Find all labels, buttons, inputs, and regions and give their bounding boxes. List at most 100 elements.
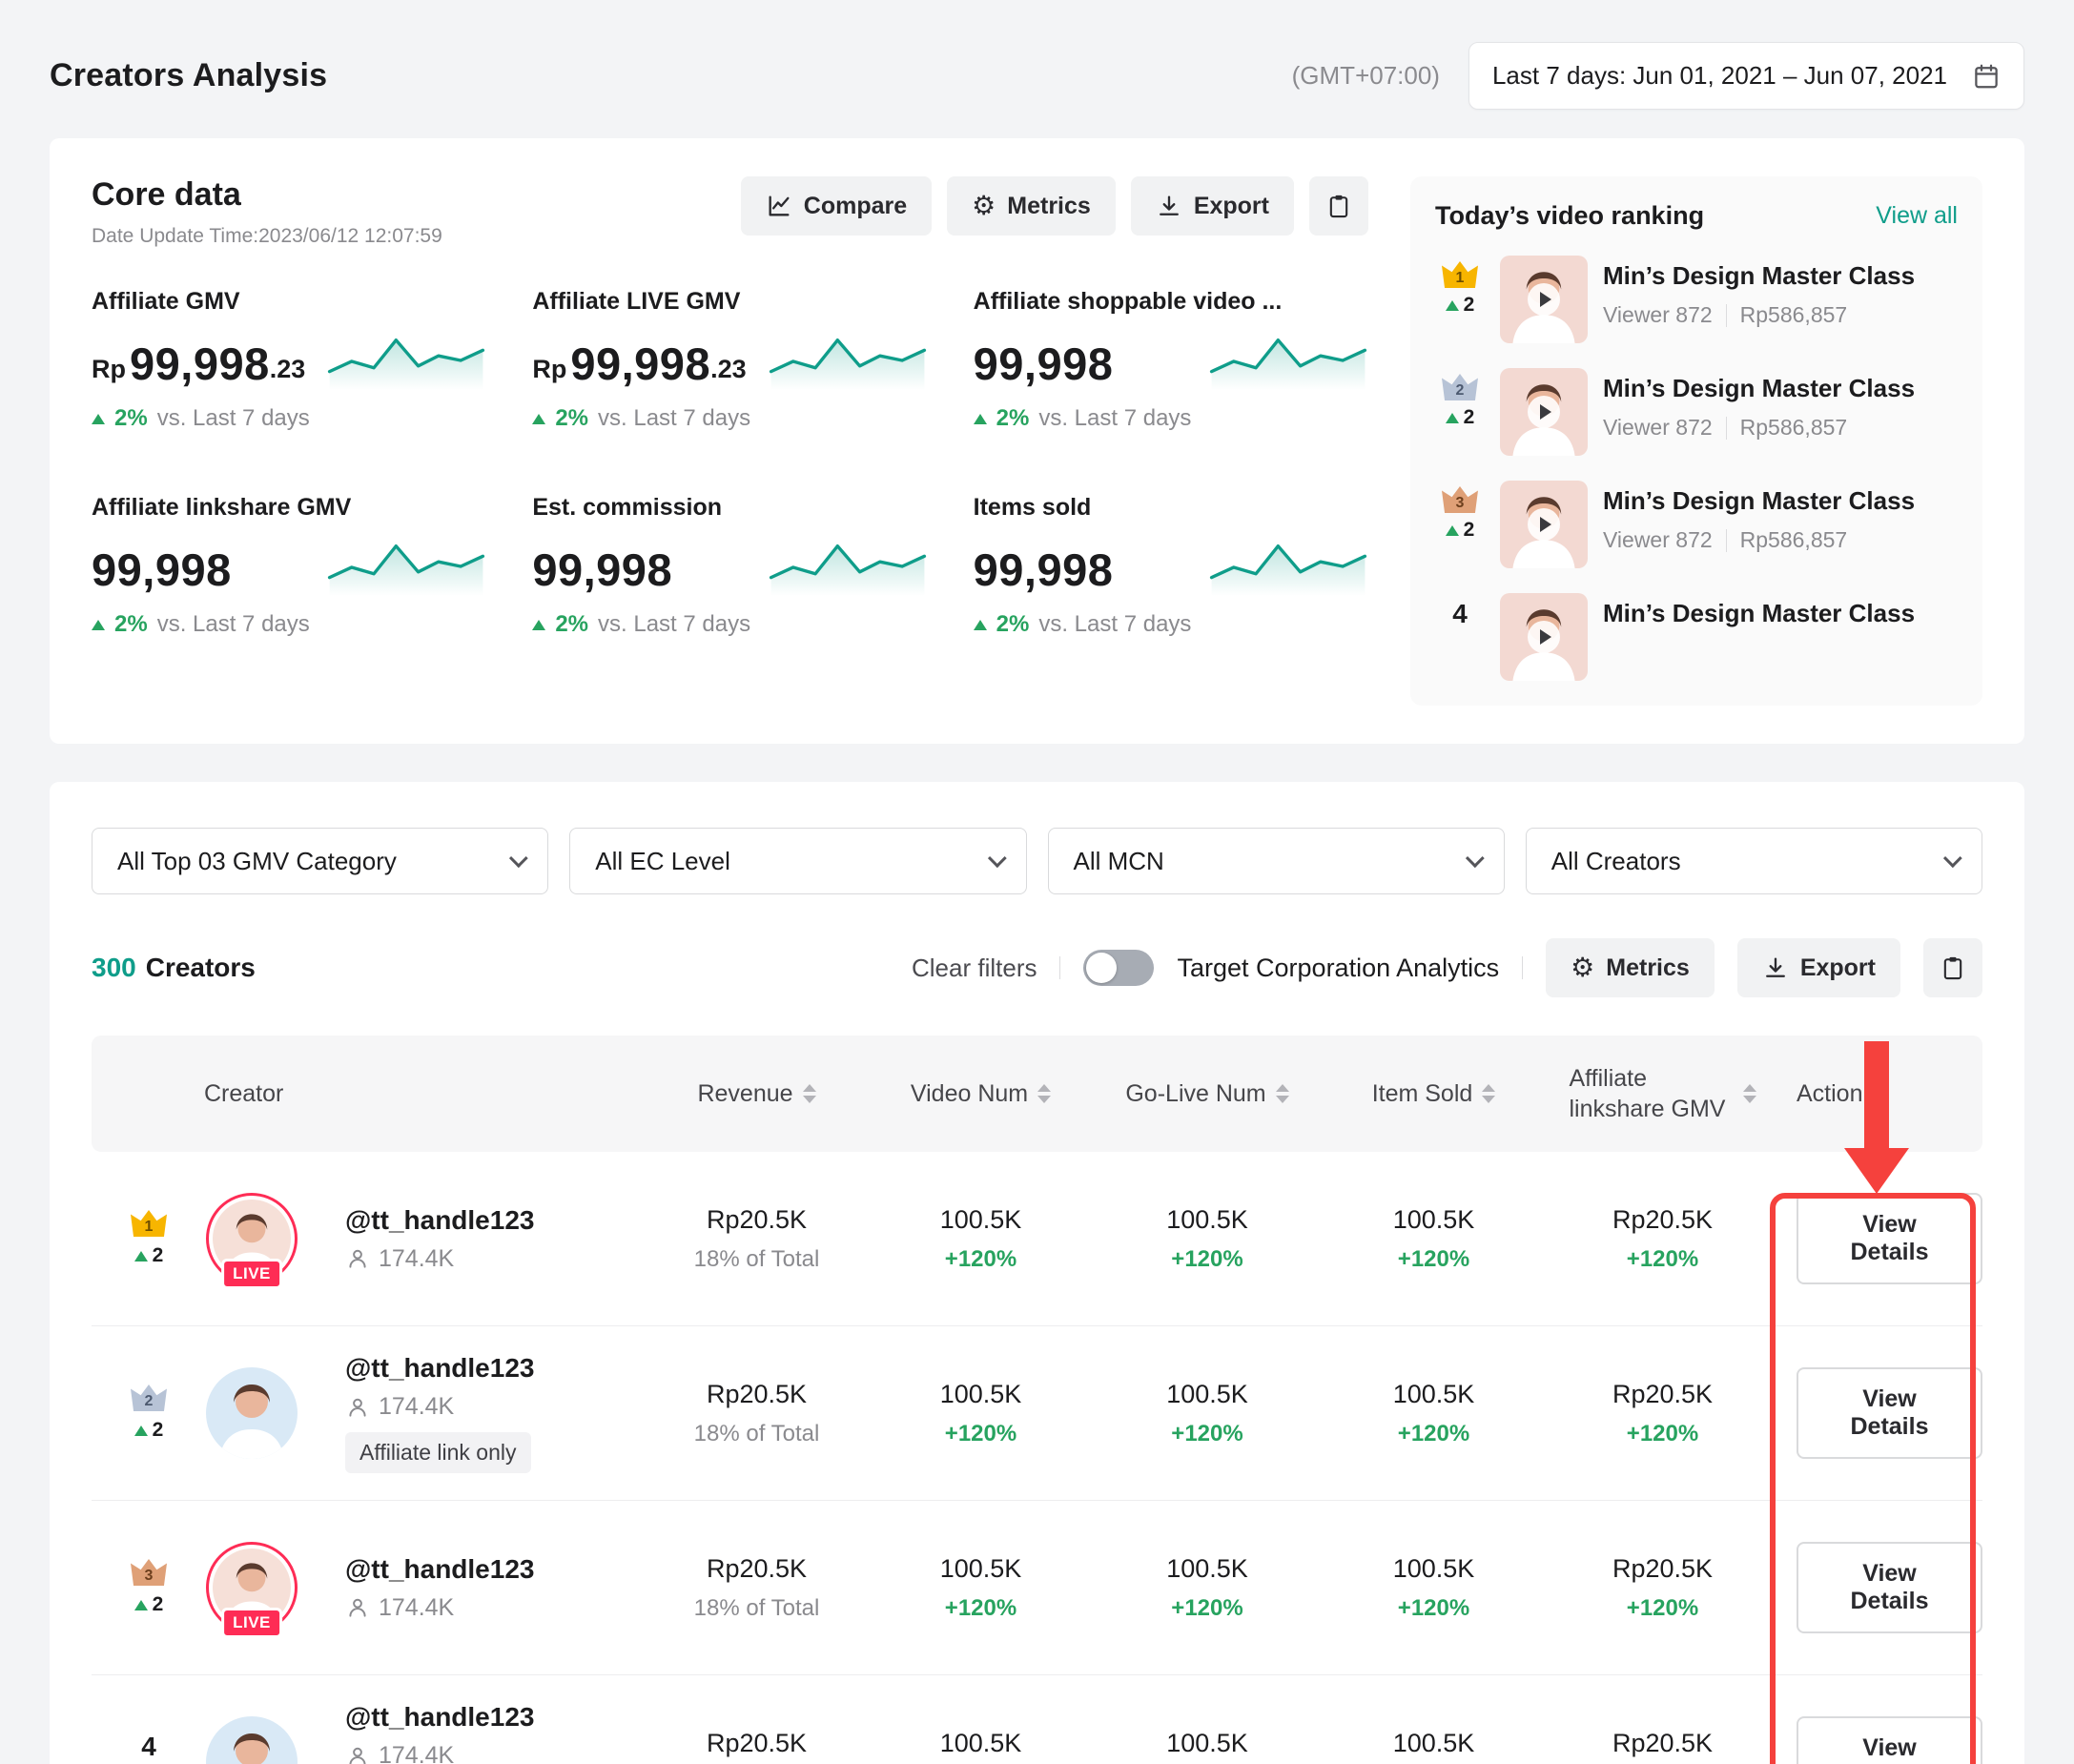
- divider: [1059, 956, 1060, 979]
- col-golive-num: Go-Live Num: [1093, 1080, 1322, 1108]
- filter-creators[interactable]: All Creators: [1526, 828, 1982, 894]
- up-triangle-icon: [1446, 525, 1459, 536]
- viewer-count: Viewer 872: [1603, 415, 1713, 441]
- rank-delta: 2: [153, 1419, 164, 1442]
- revenue-cell: Rp20.5K18% of Total: [645, 1205, 869, 1273]
- metric-label: Affiliate shoppable video ...: [974, 288, 1368, 316]
- view-details-button[interactable]: View Details: [1797, 1193, 1982, 1284]
- metric-value: 99,998: [974, 338, 1114, 390]
- download-icon: [1156, 193, 1182, 219]
- rank-delta: 2: [153, 1593, 164, 1616]
- dropdown-value: All MCN: [1074, 847, 1164, 876]
- date-range-label: Last 7 days: Jun 01, 2021 – Jun 07, 2021: [1492, 61, 1947, 91]
- clear-filters-link[interactable]: Clear filters: [912, 954, 1037, 983]
- sparkline-chart: [768, 331, 928, 390]
- sort-icon[interactable]: [803, 1084, 816, 1103]
- creators-count-label: Creators: [146, 953, 256, 982]
- video-ranking-item[interactable]: 1 2 Min’s Design Master Class Viewer 872…: [1435, 256, 1958, 343]
- silver-crown-icon: 2: [1442, 374, 1478, 400]
- view-all-link[interactable]: View all: [1876, 202, 1958, 230]
- update-time: Date Update Time:2023/06/12 12:07:59: [92, 225, 442, 248]
- metric-value: 99,998: [92, 544, 232, 596]
- followers-icon: [345, 1744, 370, 1764]
- clipboard-icon: [1940, 954, 1966, 981]
- table-metrics-button[interactable]: ⚙ Metrics: [1546, 938, 1715, 997]
- creators-count-value: 300: [92, 953, 136, 982]
- video-ranking-item[interactable]: 2 2 Min’s Design Master Class Viewer 872…: [1435, 368, 1958, 456]
- clipboard-button[interactable]: [1309, 176, 1368, 236]
- compare-button[interactable]: Compare: [741, 176, 932, 236]
- golive-num-cell: 100.5K+120%: [1093, 1380, 1322, 1447]
- revenue-cell: Rp20.5K18% of Total: [645, 1729, 869, 1764]
- video-ranking-panel: Today’s video ranking View all 1 2 Min’s…: [1410, 176, 1982, 706]
- compare-label: Compare: [804, 193, 907, 220]
- video-num-cell: 100.5K+120%: [869, 1554, 1093, 1622]
- export-label: Export: [1194, 193, 1269, 220]
- currency-prefix: Rp: [92, 355, 126, 390]
- creator-handle[interactable]: @tt_handle123: [345, 1353, 645, 1384]
- sort-icon[interactable]: [1482, 1084, 1495, 1103]
- video-title: Min’s Design Master Class: [1603, 261, 1915, 291]
- filter-ec-level[interactable]: All EC Level: [569, 828, 1026, 894]
- metrics-label: Metrics: [1606, 954, 1690, 982]
- metric-tile-est-commission: Est. commission 99,998 2% vs. Last 7 day…: [532, 494, 927, 654]
- metric-compare-text: vs. Last 7 days: [157, 611, 310, 638]
- view-details-button[interactable]: View Details: [1797, 1716, 1982, 1764]
- followers-icon: [345, 1595, 370, 1620]
- metric-compare-text: vs. Last 7 days: [1038, 611, 1191, 638]
- sparkline-chart: [326, 537, 486, 596]
- view-details-button[interactable]: View Details: [1797, 1542, 1982, 1633]
- chevron-down-icon: [987, 849, 1006, 868]
- view-details-button[interactable]: View Details: [1797, 1367, 1982, 1459]
- date-range-picker[interactable]: Last 7 days: Jun 01, 2021 – Jun 07, 2021: [1468, 42, 2024, 110]
- video-ranking-item[interactable]: 4 Min’s Design Master Class: [1435, 593, 1958, 681]
- filter-mcn[interactable]: All MCN: [1048, 828, 1505, 894]
- followers-count: 174.4K: [379, 1393, 454, 1421]
- person-image: [206, 1716, 298, 1764]
- video-ranking-item[interactable]: 3 2 Min’s Design Master Class Viewer 872…: [1435, 481, 1958, 568]
- download-icon: [1762, 954, 1789, 981]
- up-triangle-icon: [532, 414, 545, 424]
- play-icon: [1528, 396, 1560, 428]
- up-triangle-icon: [134, 1251, 148, 1261]
- sort-icon[interactable]: [1743, 1084, 1756, 1103]
- up-triangle-icon: [974, 414, 987, 424]
- clipboard-icon: [1325, 193, 1352, 219]
- sort-icon[interactable]: [1037, 1084, 1051, 1103]
- sort-icon[interactable]: [1276, 1084, 1289, 1103]
- metric-value: 99,998: [974, 544, 1114, 596]
- dropdown-value: All Top 03 GMV Category: [117, 847, 397, 876]
- divider: [1726, 529, 1727, 552]
- page: Creators Analysis (GMT+07:00) Last 7 day…: [0, 0, 2074, 1764]
- gold-crown-icon: 1: [131, 1210, 167, 1237]
- top-bar: Creators Analysis (GMT+07:00) Last 7 day…: [0, 0, 2074, 138]
- creator-avatar: [206, 1367, 298, 1459]
- table-export-button[interactable]: Export: [1737, 938, 1900, 997]
- col-item-sold: Item Sold: [1322, 1080, 1546, 1108]
- toggle-knob: [1086, 953, 1117, 983]
- table-clipboard-button[interactable]: [1923, 938, 1982, 997]
- up-triangle-icon: [134, 1600, 148, 1610]
- list-controls: 300Creators Clear filters Target Corpora…: [92, 938, 1982, 997]
- metric-delta: 2%: [555, 611, 588, 638]
- video-title: Min’s Design Master Class: [1603, 374, 1915, 403]
- metrics-label: Metrics: [1007, 193, 1091, 220]
- followers-icon: [345, 1395, 370, 1420]
- timezone-label: (GMT+07:00): [1292, 61, 1440, 91]
- export-button[interactable]: Export: [1131, 176, 1294, 236]
- creator-handle[interactable]: @tt_handle123: [345, 1554, 645, 1585]
- creator-handle[interactable]: @tt_handle123: [345, 1205, 645, 1236]
- item-sold-cell: 100.5K+120%: [1322, 1729, 1546, 1764]
- metric-value: 99,998: [532, 544, 672, 596]
- video-num-cell: 100.5K+120%: [869, 1205, 1093, 1273]
- silver-crown-icon: 2: [131, 1385, 167, 1411]
- metric-delta: 2%: [114, 405, 148, 432]
- metric-tile-affiliate-gmv: Affiliate GMV Rp 99,998 .23 2% vs. Last …: [92, 288, 486, 448]
- metrics-button[interactable]: ⚙ Metrics: [947, 176, 1116, 236]
- filter-gmv-category[interactable]: All Top 03 GMV Category: [92, 828, 548, 894]
- creator-handle[interactable]: @tt_handle123: [345, 1702, 645, 1733]
- target-analytics-toggle[interactable]: [1083, 950, 1154, 986]
- live-badge: LIVE: [221, 1608, 282, 1638]
- revenue-cell: Rp20.5K18% of Total: [645, 1554, 869, 1622]
- gold-crown-icon: 1: [1442, 261, 1478, 288]
